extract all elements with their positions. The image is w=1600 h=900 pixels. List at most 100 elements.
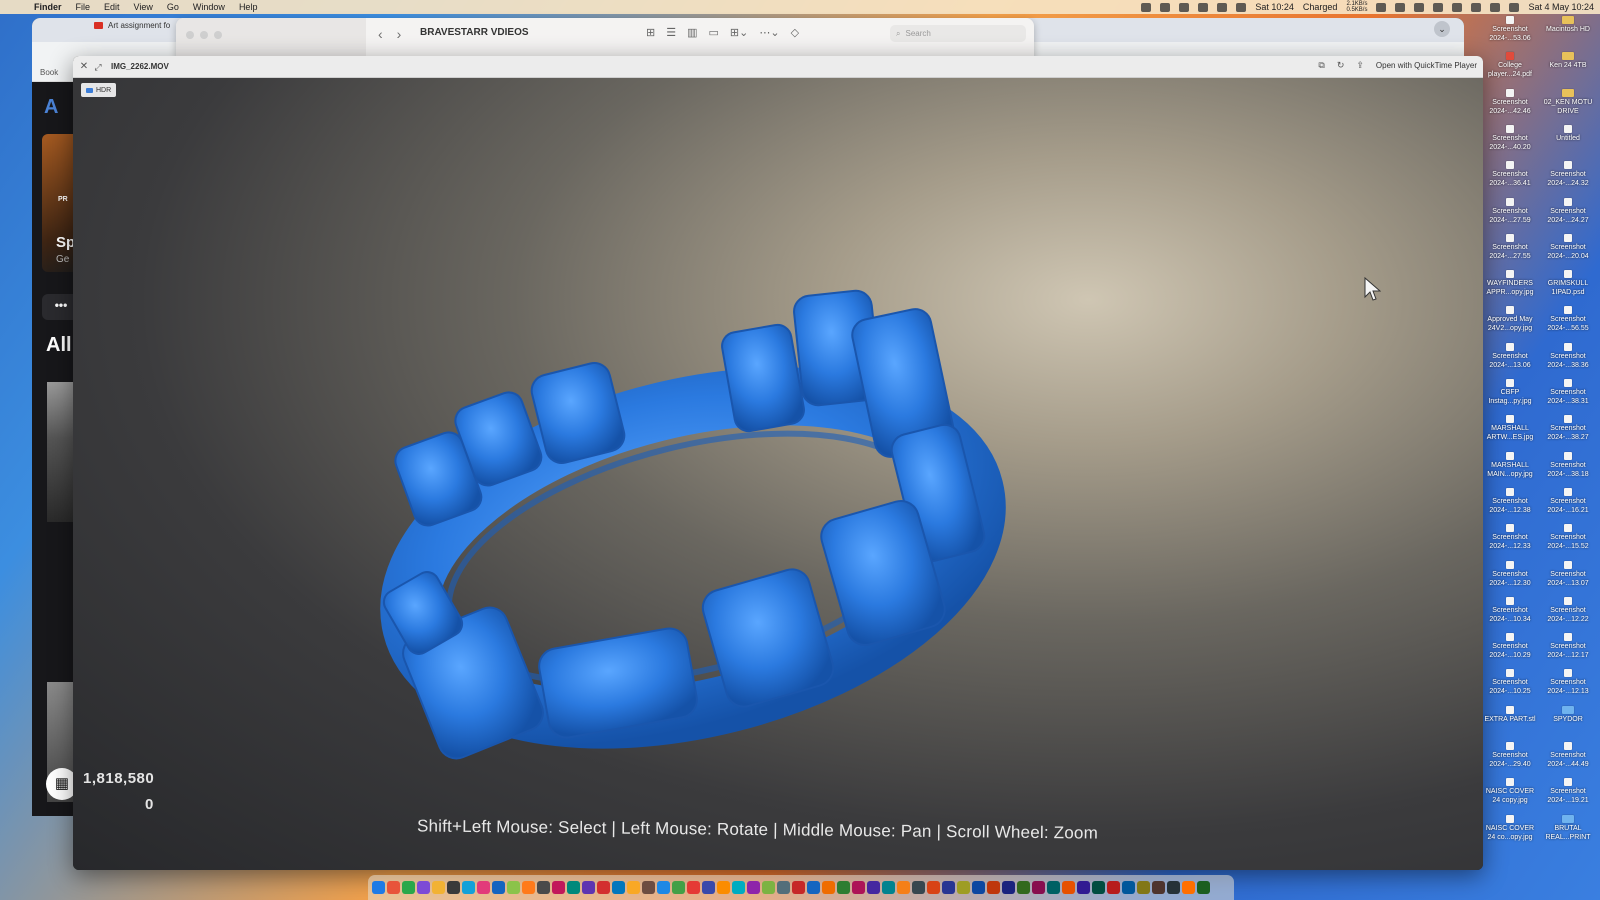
dock-app-icon[interactable] xyxy=(672,881,685,894)
dock-app-icon[interactable] xyxy=(957,881,970,894)
menu-help[interactable]: Help xyxy=(239,2,258,12)
dock-app-icon[interactable] xyxy=(867,881,880,894)
dock-app-icon[interactable] xyxy=(717,881,730,894)
network-speed[interactable]: 2.1KB/s 0.5KB/s xyxy=(1346,1,1367,13)
close-icon[interactable]: ✕ xyxy=(79,61,89,72)
memory-graph-icon[interactable] xyxy=(1395,2,1406,12)
desktop-file-icon[interactable]: MARSHALL MAIN...opy.jpg xyxy=(1482,451,1538,479)
desktop-file-icon[interactable]: Screenshot 2024-...27.59 xyxy=(1482,197,1538,225)
icon-view-icon[interactable]: ⊞ xyxy=(646,26,655,39)
desktop-file-icon[interactable]: MARSHALL ARTW...ES.jpg xyxy=(1482,415,1538,442)
desktop-file-icon[interactable]: Screenshot 2024-...56.55 xyxy=(1540,306,1596,333)
dock-app-icon[interactable] xyxy=(522,881,535,894)
tab-list-chevron-icon[interactable]: ⌄ xyxy=(1434,21,1450,37)
desktop-file-icon[interactable]: Screenshot 2024-...10.29 xyxy=(1482,633,1538,660)
desktop-file-icon[interactable]: Screenshot 2024-...38.18 xyxy=(1540,451,1596,479)
desktop-file-icon[interactable]: Ken 24 4TB xyxy=(1540,52,1596,70)
desktop-file-icon[interactable]: SPYDOR xyxy=(1540,705,1596,724)
desktop-file-icon[interactable]: Screenshot 2024-...29.40 xyxy=(1482,742,1538,769)
desktop-file-icon[interactable]: Screenshot 2024-...16.21 xyxy=(1540,487,1596,515)
fullscreen-icon[interactable]: ⤢ xyxy=(93,62,103,72)
desktop-file-icon[interactable]: Screenshot 2024-...24.27 xyxy=(1540,197,1596,225)
wifi-icon[interactable] xyxy=(1414,2,1425,12)
cpu-graph-icon[interactable] xyxy=(1376,2,1387,12)
status-app-icon[interactable] xyxy=(1179,2,1190,12)
dock-app-icon[interactable] xyxy=(1137,881,1150,894)
site-logo-icon[interactable]: A xyxy=(44,96,58,119)
dock-app-icon[interactable] xyxy=(762,881,775,894)
dock-app-icon[interactable] xyxy=(1107,881,1120,894)
dock-app-icon[interactable] xyxy=(942,881,955,894)
desktop-file-icon[interactable]: Screenshot 2024-...38.31 xyxy=(1540,379,1596,406)
dock-app-icon[interactable] xyxy=(1197,881,1210,894)
dock-app-icon[interactable] xyxy=(657,881,670,894)
browser-tab[interactable]: Art assignment fo xyxy=(94,21,170,30)
desktop-file-icon[interactable]: Screenshot 2024-...12.33 xyxy=(1482,524,1538,551)
desktop-file-icon[interactable]: 02_KEN MOTU DRIVE xyxy=(1540,88,1596,116)
group-by-icon[interactable]: ⊞⌄ xyxy=(730,26,748,39)
dock-app-icon[interactable] xyxy=(432,881,445,894)
desktop-file-icon[interactable]: Screenshot 2024-...19.21 xyxy=(1540,778,1596,805)
dock-app-icon[interactable] xyxy=(462,881,475,894)
dock-app-icon[interactable] xyxy=(837,881,850,894)
dock-app-icon[interactable] xyxy=(777,881,790,894)
menu-view[interactable]: View xyxy=(134,2,153,12)
dock-app-icon[interactable] xyxy=(642,881,655,894)
menu-file[interactable]: File xyxy=(76,2,91,12)
menu-go[interactable]: Go xyxy=(167,2,179,12)
desktop-file-icon[interactable]: Screenshot 2024-...12.30 xyxy=(1482,560,1538,588)
volume-icon[interactable] xyxy=(1433,2,1444,12)
dock-app-icon[interactable] xyxy=(552,881,565,894)
dock-app-icon[interactable] xyxy=(387,881,400,894)
desktop-file-icon[interactable]: Screenshot 2024-...12.22 xyxy=(1540,596,1596,624)
zoom-window-icon[interactable] xyxy=(214,31,222,39)
desktop-file-icon[interactable]: NAISC COVER 24 copy.jpg xyxy=(1482,778,1538,805)
dock-app-icon[interactable] xyxy=(912,881,925,894)
desktop-file-icon[interactable]: CBFP Instag...py.jpg xyxy=(1482,379,1538,406)
trim-icon[interactable]: ⧉ xyxy=(1318,60,1324,71)
status-app-icon[interactable] xyxy=(1141,2,1152,12)
desktop-file-icon[interactable]: Approved May 24V2...opy.jpg xyxy=(1482,306,1538,333)
battery-icon[interactable] xyxy=(1471,2,1482,12)
menu-clock[interactable]: Sat 4 May 10:24 xyxy=(1528,2,1594,12)
desktop-file-icon[interactable]: Macintosh HD xyxy=(1540,16,1596,34)
desktop-file-icon[interactable]: Screenshot 2024-...36.41 xyxy=(1482,161,1538,188)
dock-app-icon[interactable] xyxy=(372,881,385,894)
spotlight-icon[interactable] xyxy=(1490,2,1501,12)
dock-app-icon[interactable] xyxy=(1047,881,1060,894)
bookmarks-label[interactable]: Book xyxy=(40,68,58,77)
dock-app-icon[interactable] xyxy=(597,881,610,894)
dock-app-icon[interactable] xyxy=(972,881,985,894)
dock-app-icon[interactable] xyxy=(882,881,895,894)
dock-app-icon[interactable] xyxy=(492,881,505,894)
list-view-icon[interactable]: ☰ xyxy=(666,26,676,39)
share-icon[interactable]: ⇪ xyxy=(1356,60,1364,71)
dock-app-icon[interactable] xyxy=(1122,881,1135,894)
desktop-file-icon[interactable]: Screenshot 2024-...24.32 xyxy=(1540,161,1596,188)
desktop-file-icon[interactable]: BRUTAL REAL...PRINT xyxy=(1540,814,1596,842)
status-app-icon[interactable] xyxy=(1198,2,1209,12)
close-window-icon[interactable] xyxy=(186,31,194,39)
desktop-file-icon[interactable]: Screenshot 2024-...10.25 xyxy=(1482,669,1538,696)
desktop-file-icon[interactable]: Screenshot 2024-...42.46 xyxy=(1482,88,1538,116)
dock-app-icon[interactable] xyxy=(1182,881,1195,894)
dock-app-icon[interactable] xyxy=(852,881,865,894)
dock-app-icon[interactable] xyxy=(417,881,430,894)
status-app-icon[interactable] xyxy=(1217,2,1228,12)
back-chevron-icon[interactable]: ‹ xyxy=(378,26,383,42)
menu-app-name[interactable]: Finder xyxy=(34,2,62,12)
gallery-view-icon[interactable]: ▭ xyxy=(709,26,719,39)
desktop-file-icon[interactable]: Screenshot 2024-...10.34 xyxy=(1482,596,1538,624)
dock-app-icon[interactable] xyxy=(507,881,520,894)
dock-app-icon[interactable] xyxy=(897,881,910,894)
dock-app-icon[interactable] xyxy=(687,881,700,894)
dock-app-icon[interactable] xyxy=(477,881,490,894)
desktop-file-icon[interactable]: Screenshot 2024-...44.49 xyxy=(1540,742,1596,769)
desktop-file-icon[interactable]: Screenshot 2024-...12.13 xyxy=(1540,669,1596,696)
tag-icon[interactable]: ◇ xyxy=(791,26,799,39)
dock-app-icon[interactable] xyxy=(582,881,595,894)
status-app-icon[interactable] xyxy=(1160,2,1171,12)
battery-status[interactable]: Charged xyxy=(1303,2,1338,12)
dock-app-icon[interactable] xyxy=(1167,881,1180,894)
dock-app-icon[interactable] xyxy=(732,881,745,894)
